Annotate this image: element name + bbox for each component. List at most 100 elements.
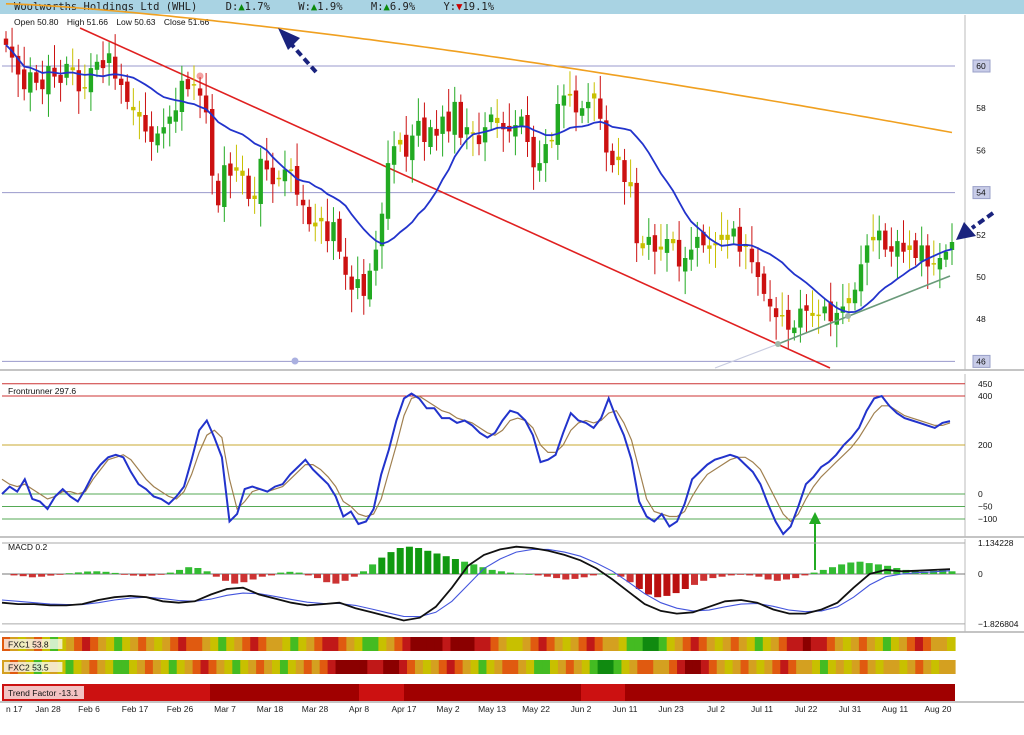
fxc1-cell <box>850 637 860 651</box>
candle-body <box>646 236 651 245</box>
fxc2-cell <box>645 660 654 674</box>
macd-histogram-bar <box>819 569 827 574</box>
fxc1-cell <box>858 637 868 651</box>
fxc2-cell <box>414 660 424 674</box>
macd-histogram-bar <box>277 572 285 574</box>
fxc1-cell <box>730 637 740 651</box>
trend-factor-label: Trend Factor -13.1 <box>8 688 78 698</box>
fxc1-cell <box>218 637 227 651</box>
fxc1-cell <box>634 637 644 651</box>
fxc2-cell <box>272 660 281 674</box>
candle-body <box>610 150 615 166</box>
candle-body <box>428 127 433 147</box>
fxc2-cell <box>835 660 845 674</box>
fxc2-cell <box>216 660 225 674</box>
fxc2-cell <box>335 660 345 674</box>
macd-histogram-bar <box>176 569 183 574</box>
fxc1-cell <box>890 637 900 651</box>
candle-body <box>58 74 63 83</box>
macd-histogram-bar <box>148 574 156 576</box>
price-tick-label: 50 <box>976 272 986 282</box>
fxc1-cell <box>186 637 195 651</box>
candle-body <box>695 236 700 248</box>
fxc2-cell <box>669 660 678 674</box>
candle-body <box>216 180 221 206</box>
fxc1-cell <box>714 637 724 651</box>
fxc2-cell <box>692 660 702 674</box>
candle-body <box>555 104 560 145</box>
fxc2-cell <box>446 660 456 674</box>
fxc2-cell <box>478 660 488 674</box>
fxc1-cell <box>258 637 267 651</box>
support-anchor-low <box>775 341 781 347</box>
candle-body <box>652 235 658 252</box>
candle-body <box>531 136 536 168</box>
macd-histogram-bar <box>258 574 266 577</box>
frontrunner-tick-label: 0 <box>978 489 983 499</box>
fxc1-cell <box>98 637 107 651</box>
fxc1-cell <box>394 637 404 651</box>
candle-body <box>731 228 736 237</box>
x-tick-label: Apr 17 <box>391 704 416 714</box>
fxc1-cell <box>626 637 636 651</box>
candle-body <box>94 61 100 70</box>
candle-body <box>670 239 676 244</box>
candle-body <box>113 56 118 79</box>
macd-histogram-bar <box>663 574 671 596</box>
candle-body <box>871 236 876 241</box>
candle-body <box>173 110 178 122</box>
fxc2-cell <box>939 660 948 674</box>
fxc1-cell <box>298 637 307 651</box>
fxc1-cell <box>266 637 275 651</box>
fxc1-cell <box>314 637 323 651</box>
candle-body <box>628 182 633 187</box>
stock-chart: 46 48 50 52 54 56 58 60 −100 −50 0 200 400 450 −1.82… <box>0 3 1024 714</box>
frontrunner-signal-line <box>1 395 951 523</box>
fxc1-cell <box>162 637 171 651</box>
candle-body <box>355 279 360 288</box>
candle-body <box>270 167 275 185</box>
fxc2-cell <box>732 660 742 674</box>
candle-body <box>179 80 185 112</box>
macd-histogram-bar <box>580 574 588 578</box>
candle-body <box>683 258 688 272</box>
fxc1-cell <box>594 637 604 651</box>
macd-histogram-bar <box>801 574 809 576</box>
fxc2-cell <box>923 660 932 674</box>
price-tick-label: 58 <box>976 103 986 113</box>
candle-body <box>125 81 130 102</box>
fxc2-cell <box>137 660 146 674</box>
candle-body <box>622 160 627 182</box>
fxc2-cell <box>327 660 337 674</box>
trend-factor-segment <box>359 684 404 701</box>
trend-factor-segment <box>210 684 359 701</box>
x-tick-label: Mar 7 <box>214 704 236 714</box>
fxc2-cell <box>740 660 750 674</box>
fxc1-cell <box>762 637 772 651</box>
fxc2-cell <box>907 660 916 674</box>
candle-body <box>889 246 894 252</box>
fxc2-cell <box>184 660 194 674</box>
candle-body <box>288 169 294 171</box>
fxc2-cell <box>700 660 710 674</box>
candle-body <box>282 169 288 182</box>
candle-body <box>592 93 597 99</box>
macd-histogram-bar <box>553 574 561 579</box>
candle-body <box>300 199 306 206</box>
candle-body <box>761 273 767 294</box>
fxc1-cell <box>242 637 251 651</box>
fxc1-cell <box>882 637 892 651</box>
candle-body <box>822 306 827 314</box>
fxc2-cell <box>430 660 440 674</box>
fxc1-cell <box>90 637 99 651</box>
fxc2-cell <box>708 660 718 674</box>
macd-histogram-bar <box>608 574 616 575</box>
fxc1-cell <box>506 637 516 651</box>
candle-body <box>22 69 27 90</box>
candle-body <box>361 274 366 296</box>
fxc1-cell <box>138 637 147 651</box>
macd-histogram-bar <box>194 568 202 574</box>
macd-histogram-bar <box>727 574 735 576</box>
fxc2-cell <box>684 660 694 674</box>
macd-histogram-bar <box>470 564 478 574</box>
